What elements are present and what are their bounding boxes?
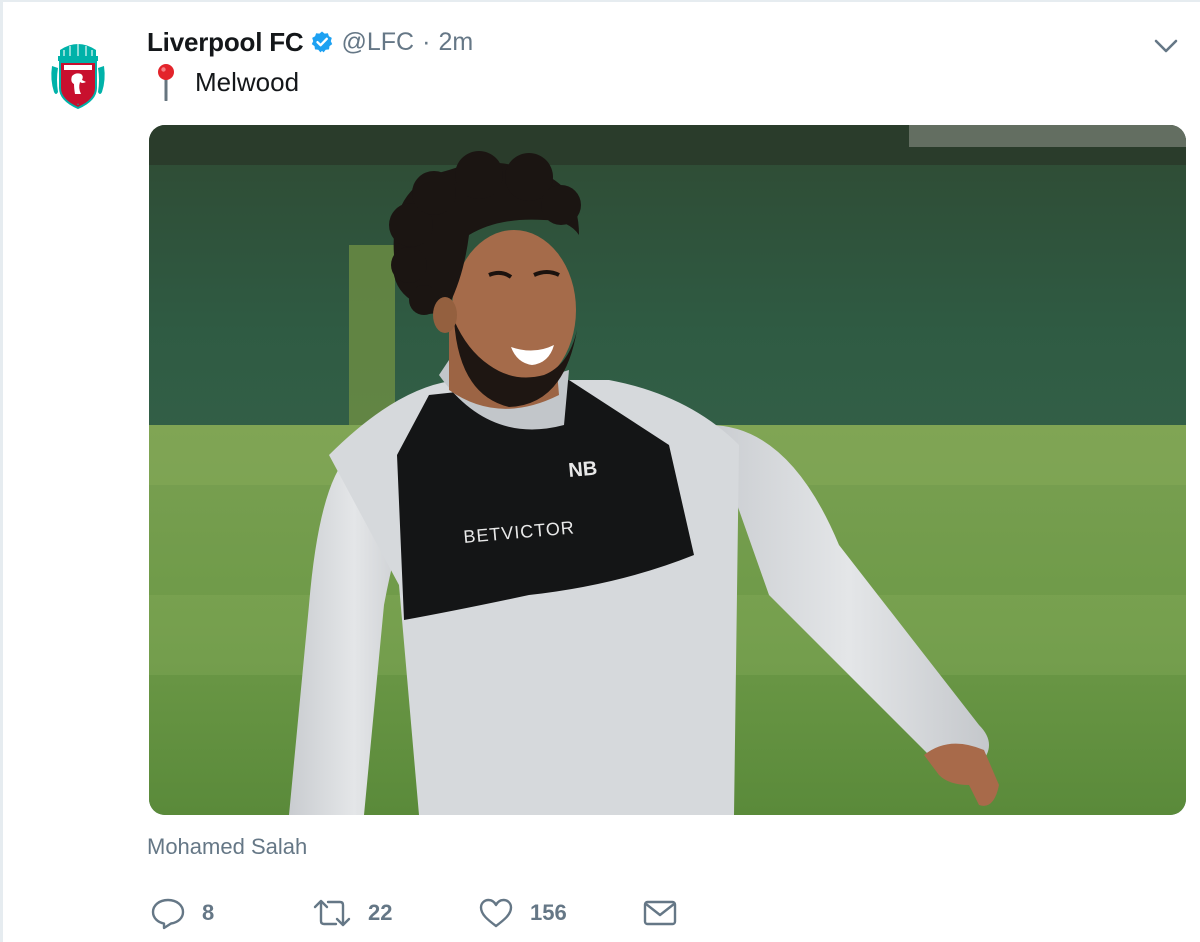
location-text: Melwood <box>195 66 300 97</box>
envelope-icon <box>643 900 677 926</box>
avatar[interactable]: • <box>44 34 112 114</box>
retweet-icon <box>313 899 351 927</box>
action-bar: 8 22 156 <box>150 893 710 933</box>
like-button[interactable]: 156 <box>478 893 567 933</box>
left-border <box>0 0 3 942</box>
training-photo: BETVICTOR NB <box>149 125 1186 815</box>
chevron-down-icon[interactable] <box>1150 30 1182 62</box>
verified-badge-icon <box>310 30 334 54</box>
separator-dot: · <box>422 27 431 56</box>
retweet-count: 22 <box>368 900 393 925</box>
svg-text:•: • <box>77 102 79 108</box>
direct-message-button[interactable] <box>642 893 678 933</box>
tweet-header: Liverpool FC @LFC · 2m <box>147 24 473 60</box>
heart-icon <box>479 898 513 928</box>
reply-button[interactable]: 8 <box>150 893 214 933</box>
like-count: 156 <box>530 900 567 925</box>
tweet-timestamp[interactable]: 2m <box>438 28 473 57</box>
reply-icon <box>151 898 185 930</box>
tweet-text: Melwood <box>153 62 299 102</box>
tagged-person[interactable]: Mohamed Salah <box>147 834 307 860</box>
author-handle[interactable]: @LFC <box>342 28 415 57</box>
author-name[interactable]: Liverpool FC <box>147 27 304 58</box>
kit-brand-text: NB <box>568 458 599 482</box>
retweet-button[interactable]: 22 <box>312 893 392 933</box>
lfc-crest-icon: • <box>51 44 105 110</box>
tweet-photo[interactable]: BETVICTOR NB <box>149 125 1186 815</box>
round-pushpin-icon <box>153 63 179 101</box>
top-border <box>0 0 1200 2</box>
reply-count: 8 <box>202 900 215 925</box>
